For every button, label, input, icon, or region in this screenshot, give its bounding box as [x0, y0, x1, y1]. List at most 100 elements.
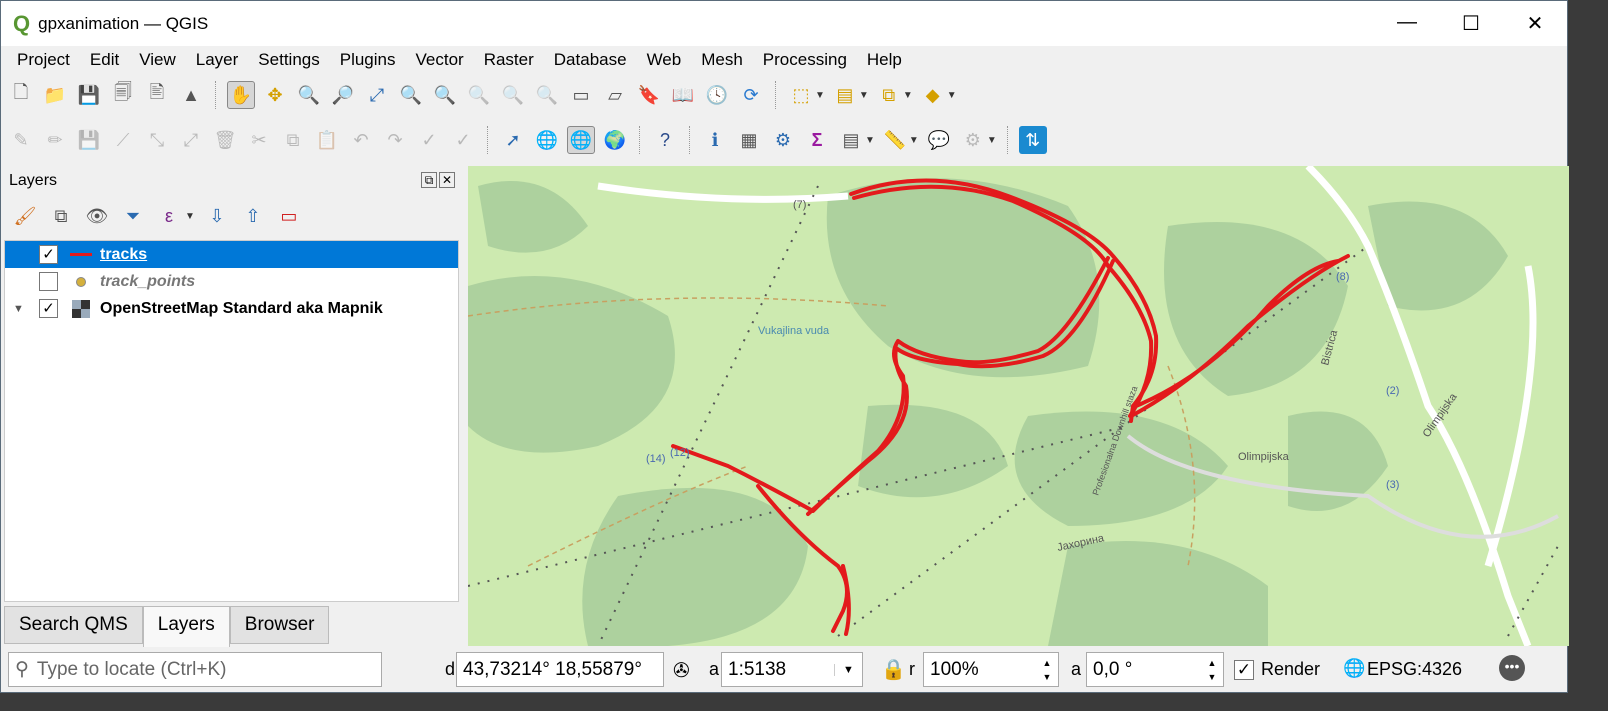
chevron-down-icon[interactable]: ▼ [859, 90, 869, 101]
magnifier-spinbox[interactable]: 100% ▲ ▼ [923, 652, 1059, 687]
remove-layer-icon[interactable]: ▭ [275, 202, 303, 230]
toggle-extents-icon[interactable]: ✇ [673, 658, 690, 683]
minimize-button[interactable]: — [1375, 11, 1439, 36]
save-project-icon[interactable]: 💾 [75, 81, 103, 109]
layer-row-track-points[interactable]: track_points [5, 268, 458, 295]
new-map-view-icon[interactable]: ▭ [567, 81, 595, 109]
show-bookmarks-icon[interactable]: 📖 [669, 81, 697, 109]
menu-settings[interactable]: Settings [248, 50, 329, 70]
identify-features-icon[interactable]: ℹ [701, 126, 729, 154]
spin-arrows-icon[interactable]: ▲ ▼ [1036, 656, 1058, 684]
new-project-icon[interactable]: 🗋 [7, 81, 35, 109]
annotation-icon[interactable]: ⚙ [959, 126, 987, 154]
expand-arrow-icon[interactable]: ▼ [13, 303, 24, 315]
chevron-down-icon[interactable]: ▼ [903, 90, 913, 101]
rotation-spinbox[interactable]: 0,0 ° ▲ ▼ [1086, 652, 1224, 687]
spin-arrows-icon[interactable]: ▲ ▼ [1201, 656, 1223, 684]
map-canvas[interactable]: (7) Vukajlina vuda (14) (12) (8) (2) (3)… [468, 166, 1569, 646]
zoom-out-icon[interactable]: 🔎 [329, 81, 357, 109]
zoom-to-layer-icon[interactable]: 🔍 [431, 81, 459, 109]
attribute-table-icon[interactable]: ▦ [735, 126, 763, 154]
crs-button[interactable]: EPSG:4326 [1367, 659, 1462, 680]
chevron-down-icon[interactable]: ▼ [947, 90, 957, 101]
zoom-next-icon[interactable]: 🔍 [533, 81, 561, 109]
sort-icon[interactable]: ⇅ [1018, 126, 1047, 154]
messages-icon[interactable]: ••• [1499, 655, 1525, 681]
delete-selected-icon[interactable]: 🗑 [211, 126, 239, 154]
menu-processing[interactable]: Processing [753, 50, 857, 70]
help-icon[interactable]: ? [651, 126, 679, 154]
modify-attributes-icon[interactable]: ⤢ [177, 126, 205, 154]
zoom-full-icon[interactable]: ⤢ [363, 81, 391, 109]
toggle-editing-icon[interactable]: ✏ [41, 126, 69, 154]
copy-features-icon[interactable]: ⧉ [279, 126, 307, 154]
select-location-icon[interactable]: ◆ [919, 81, 947, 109]
pan-icon[interactable]: ✋ [227, 81, 255, 109]
select-features-icon[interactable]: ⬚ [787, 81, 815, 109]
zoom-to-selection-icon[interactable]: 🔍 [397, 81, 425, 109]
menu-help[interactable]: Help [857, 50, 912, 70]
chevron-down-icon[interactable]: ▼ [815, 90, 825, 101]
digitize-check-icon[interactable]: ✓ [449, 126, 477, 154]
layer-row-tracks[interactable]: ✓ tracks [5, 241, 458, 268]
zoom-native-icon[interactable]: 🔍 [465, 81, 493, 109]
menu-mesh[interactable]: Mesh [691, 50, 753, 70]
globe-icon[interactable]: 🌐 [533, 126, 561, 154]
visibility-eye-icon[interactable]: 👁 [83, 202, 111, 230]
coordinate-field[interactable]: 43,73214° 18,55879° [456, 652, 664, 687]
style-brush-icon[interactable]: 🖌 [11, 202, 39, 230]
map-tips-icon[interactable]: 💬 [925, 126, 953, 154]
style-manager-icon[interactable]: ▲ [177, 81, 205, 109]
open-project-icon[interactable]: 📁 [41, 81, 69, 109]
menu-web[interactable]: Web [637, 50, 692, 70]
menu-plugins[interactable]: Plugins [330, 50, 406, 70]
new-3d-view-icon[interactable]: ▱ [601, 81, 629, 109]
digitize-icon[interactable]: ✓ [415, 126, 443, 154]
measure-icon[interactable]: 📏 [881, 126, 909, 154]
menu-raster[interactable]: Raster [474, 50, 544, 70]
locator-search-input[interactable]: ⚲ Type to locate (Ctrl+K) [8, 652, 382, 687]
settings-gear-icon[interactable]: ⚙ [769, 126, 797, 154]
tab-layers[interactable]: Layers [142, 606, 230, 647]
print-layout-icon[interactable]: 🗐 [109, 81, 137, 109]
tab-browser[interactable]: Browser [229, 606, 330, 644]
add-feature-icon[interactable]: ⟋ [109, 126, 137, 154]
filter-icon[interactable]: ⏷ [119, 202, 147, 230]
paste-features-icon[interactable]: 📋 [313, 126, 341, 154]
menu-edit[interactable]: Edit [80, 50, 129, 70]
layer-row-osm[interactable]: ▼ ✓ OpenStreetMap Standard aka Mapnik [5, 295, 458, 322]
layout-manager-icon[interactable]: 🖹 [143, 81, 171, 109]
menu-vector[interactable]: Vector [406, 50, 474, 70]
field-calculator-icon[interactable]: ▤ [837, 126, 865, 154]
globe-search-icon[interactable]: 🌐 [567, 126, 595, 154]
scale-combobox[interactable]: 1:5138 ▼ [721, 652, 863, 687]
chevron-down-icon[interactable]: ▼ [909, 135, 919, 146]
chevron-down-icon[interactable]: ▼ [185, 211, 195, 222]
chevron-down-icon[interactable]: ▼ [865, 135, 875, 146]
deselect-icon[interactable]: ⧉ [875, 81, 903, 109]
maximize-button[interactable]: ☐ [1439, 11, 1503, 36]
chevron-down-icon[interactable]: ▼ [834, 663, 862, 676]
redo-icon[interactable]: ↷ [381, 126, 409, 154]
refresh-icon[interactable]: ⟳ [737, 81, 765, 109]
render-checkbox[interactable]: ✓ [1234, 660, 1254, 680]
undo-icon[interactable]: ↶ [347, 126, 375, 154]
select-by-value-icon[interactable]: ▤ [831, 81, 859, 109]
temporal-controller-icon[interactable]: 🕓 [703, 81, 731, 109]
menu-view[interactable]: View [129, 50, 186, 70]
close-panel-icon[interactable]: ✕ [439, 172, 455, 188]
layer-visibility-checkbox[interactable]: ✓ [39, 299, 58, 318]
identify-cursor-icon[interactable]: ➚ [499, 126, 527, 154]
close-button[interactable]: ✕ [1503, 11, 1567, 36]
crs-globe-icon[interactable]: 🌐 [1343, 658, 1365, 679]
globe-binoculars-icon[interactable]: 🌍 [601, 126, 629, 154]
expand-all-icon[interactable]: ⇩ [203, 202, 231, 230]
cut-features-icon[interactable]: ✂ [245, 126, 273, 154]
pan-to-selection-icon[interactable]: ✥ [261, 81, 289, 109]
layer-visibility-checkbox[interactable]: ✓ [39, 245, 58, 264]
statistics-sum-icon[interactable]: Σ [803, 126, 831, 154]
tab-search-qms[interactable]: Search QMS [4, 606, 143, 644]
menu-database[interactable]: Database [544, 50, 637, 70]
new-bookmark-icon[interactable]: 🔖 [635, 81, 663, 109]
current-edits-icon[interactable]: ✎ [7, 126, 35, 154]
